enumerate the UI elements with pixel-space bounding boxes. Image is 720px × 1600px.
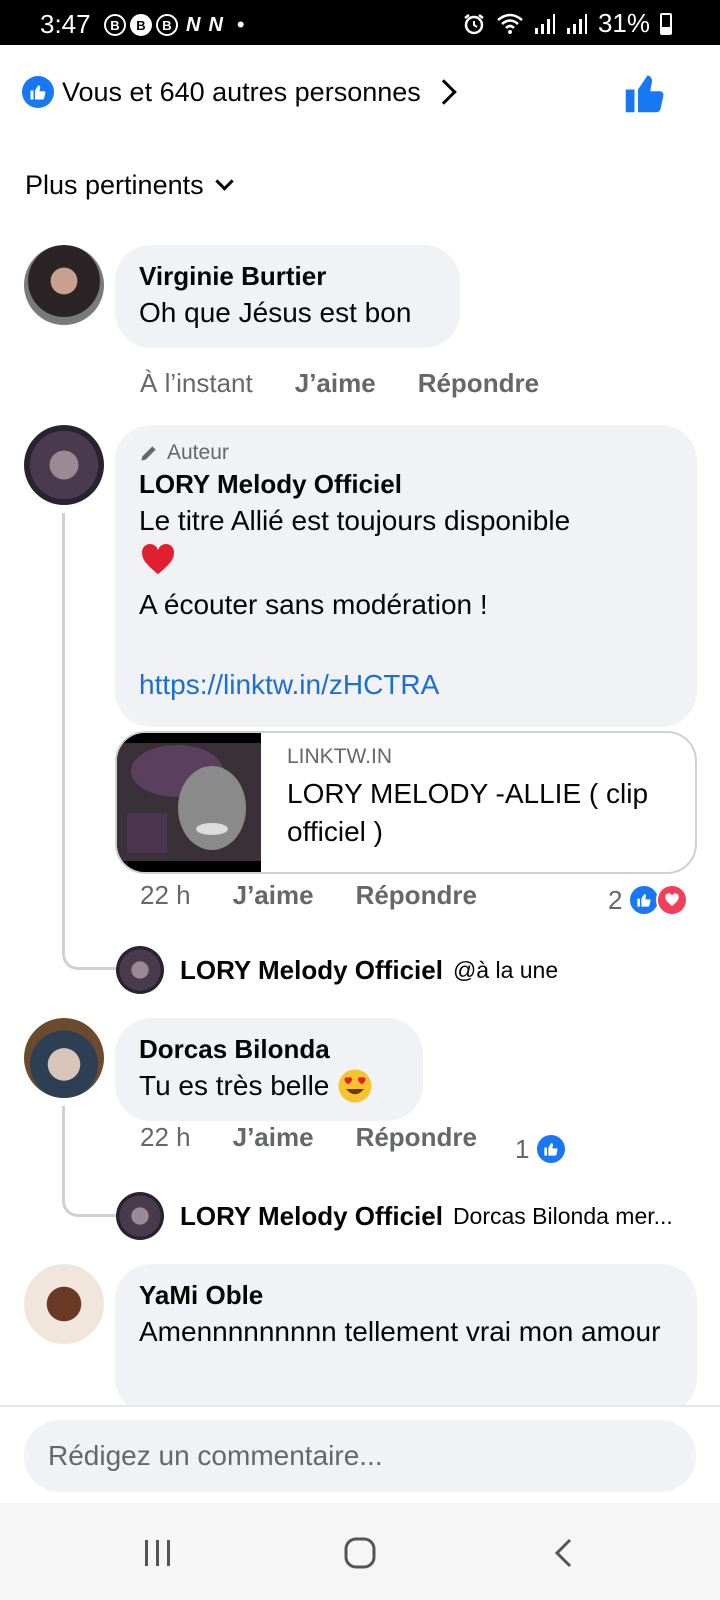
comment-author[interactable]: Dorcas Bilonda	[139, 1032, 399, 1066]
reply-snippet: Dorcas Bilonda mer...	[452, 1202, 673, 1229]
comment-input[interactable]: Rédigez un commentaire...	[24, 1420, 696, 1492]
reaction-count: 2	[608, 884, 623, 915]
comment-actions: 22 h J’aime Répondre	[140, 1122, 519, 1153]
notification-icon: B	[104, 14, 126, 36]
comment-bubble: Dorcas Bilonda Tu es très belle	[115, 1018, 423, 1121]
reply-snippet: @à la une	[452, 956, 559, 983]
thread-line	[62, 513, 116, 970]
status-bar: 3:47 B B B N N • 31%	[0, 0, 720, 45]
signal-icon	[566, 13, 587, 34]
reply-author: LORY Melody Officiel	[180, 1200, 443, 1231]
comment-time: 22 h	[140, 1122, 191, 1152]
reply-preview[interactable]: LORY Melody Officiel @à la une	[116, 946, 558, 994]
comment-actions: À l’instant J’aime Répondre	[140, 368, 581, 399]
comment-text: Tu es très belle	[139, 1070, 330, 1101]
like-comment-button[interactable]: J’aime	[233, 1122, 314, 1153]
love-reaction-icon	[656, 884, 689, 916]
like-post-button[interactable]	[624, 72, 666, 119]
avatar[interactable]	[24, 1018, 104, 1098]
chevron-down-icon	[214, 172, 234, 191]
home-button[interactable]	[340, 1533, 380, 1573]
like-reaction-icon	[22, 76, 54, 108]
alarm-icon	[464, 13, 484, 34]
n-app-icon: N	[208, 13, 223, 36]
thread-line	[62, 1106, 116, 1217]
avatar[interactable]	[24, 245, 104, 325]
comment-author[interactable]: LORY Melody Officiel	[139, 467, 673, 501]
comment-author[interactable]: Virginie Burtier	[139, 259, 436, 293]
back-button[interactable]	[548, 1533, 578, 1573]
author-badge-label: Auteur	[167, 441, 229, 464]
comment-time: 22 h	[140, 880, 191, 910]
notification-icon: B	[130, 14, 152, 36]
sort-dropdown[interactable]: Plus pertinents	[25, 170, 234, 201]
signal-icon	[534, 13, 555, 34]
avatar	[116, 946, 164, 994]
comment-reactions[interactable]: 2	[608, 884, 689, 916]
link-thumbnail	[117, 733, 261, 872]
chevron-right-icon	[431, 79, 457, 105]
comment-bubble: Auteur LORY Melody Officiel Le titre All…	[115, 425, 697, 727]
comment-bubble: Virginie Burtier Oh que Jésus est bon	[115, 245, 460, 348]
link-domain: LINKTW.IN	[287, 745, 393, 768]
avatar	[116, 1192, 164, 1240]
reply-button[interactable]: Répondre	[356, 880, 477, 911]
notification-icon: B	[156, 14, 178, 36]
comment-text: Oh que Jésus est bon	[139, 297, 412, 328]
reactions-summary[interactable]: Vous et 640 autres personnes	[22, 72, 702, 113]
comment-reactions[interactable]: 1	[515, 1133, 568, 1165]
notification-icons: B B B N N •	[104, 12, 245, 38]
likes-text: Vous et 640 autres personnes	[62, 76, 421, 107]
comment-actions: 22 h J’aime Répondre	[140, 880, 519, 911]
reply-author: LORY Melody Officiel	[180, 954, 443, 985]
comment-text: A écouter sans modération !	[139, 589, 488, 620]
n-app-icon: N	[186, 13, 201, 36]
system-nav-bar	[0, 1503, 720, 1600]
system-indicators: 31%	[462, 8, 672, 39]
comment-link[interactable]: https://linktw.in/zHCTRA	[139, 665, 673, 705]
reply-preview[interactable]: LORY Melody Officiel Dorcas Bilonda mer.…	[116, 1192, 673, 1240]
comment-text-row: Tu es très belle	[139, 1066, 399, 1106]
heart-emoji	[139, 541, 673, 585]
home-icon	[344, 1537, 376, 1569]
clock: 3:47	[40, 9, 91, 39]
recent-apps-icon	[145, 1540, 170, 1566]
link-title: LORY MELODY -ALLIE ( clip officiel )	[287, 778, 649, 847]
back-icon	[554, 1538, 572, 1568]
battery-icon	[660, 12, 672, 35]
avatar[interactable]	[24, 425, 104, 505]
comment-composer: Rédigez un commentaire...	[0, 1405, 720, 1503]
avatar[interactable]	[24, 1264, 104, 1344]
reply-button[interactable]: Répondre	[356, 1122, 477, 1153]
like-reaction-icon	[535, 1133, 568, 1165]
wifi-icon	[497, 13, 523, 34]
comment-text: Amennnnnnnnn tellement vrai mon amour	[139, 1316, 661, 1347]
comment-text: Le titre Allié est toujours disponible	[139, 505, 571, 536]
more-notifications-icon: •	[236, 12, 245, 37]
author-badge: Auteur	[139, 439, 673, 467]
comment-author[interactable]: YaMi Oble	[139, 1278, 673, 1312]
like-comment-button[interactable]: J’aime	[295, 368, 376, 399]
recent-apps-button[interactable]	[140, 1533, 176, 1573]
heart-eyes-emoji	[338, 1069, 372, 1103]
comment-bubble: YaMi Oble Amennnnnnnnn tellement vrai mo…	[115, 1264, 697, 1414]
battery-percent: 31%	[597, 8, 650, 38]
thumbs-up-icon	[625, 75, 664, 113]
comment-time: À l’instant	[140, 368, 253, 398]
reaction-count: 1	[515, 1133, 530, 1164]
sort-label: Plus pertinents	[25, 170, 204, 200]
reply-button[interactable]: Répondre	[418, 368, 539, 399]
link-preview-card[interactable]: LINKTW.IN LORY MELODY -ALLIE ( clip offi…	[115, 731, 697, 874]
like-comment-button[interactable]: J’aime	[233, 880, 314, 911]
pencil-icon	[141, 446, 156, 461]
